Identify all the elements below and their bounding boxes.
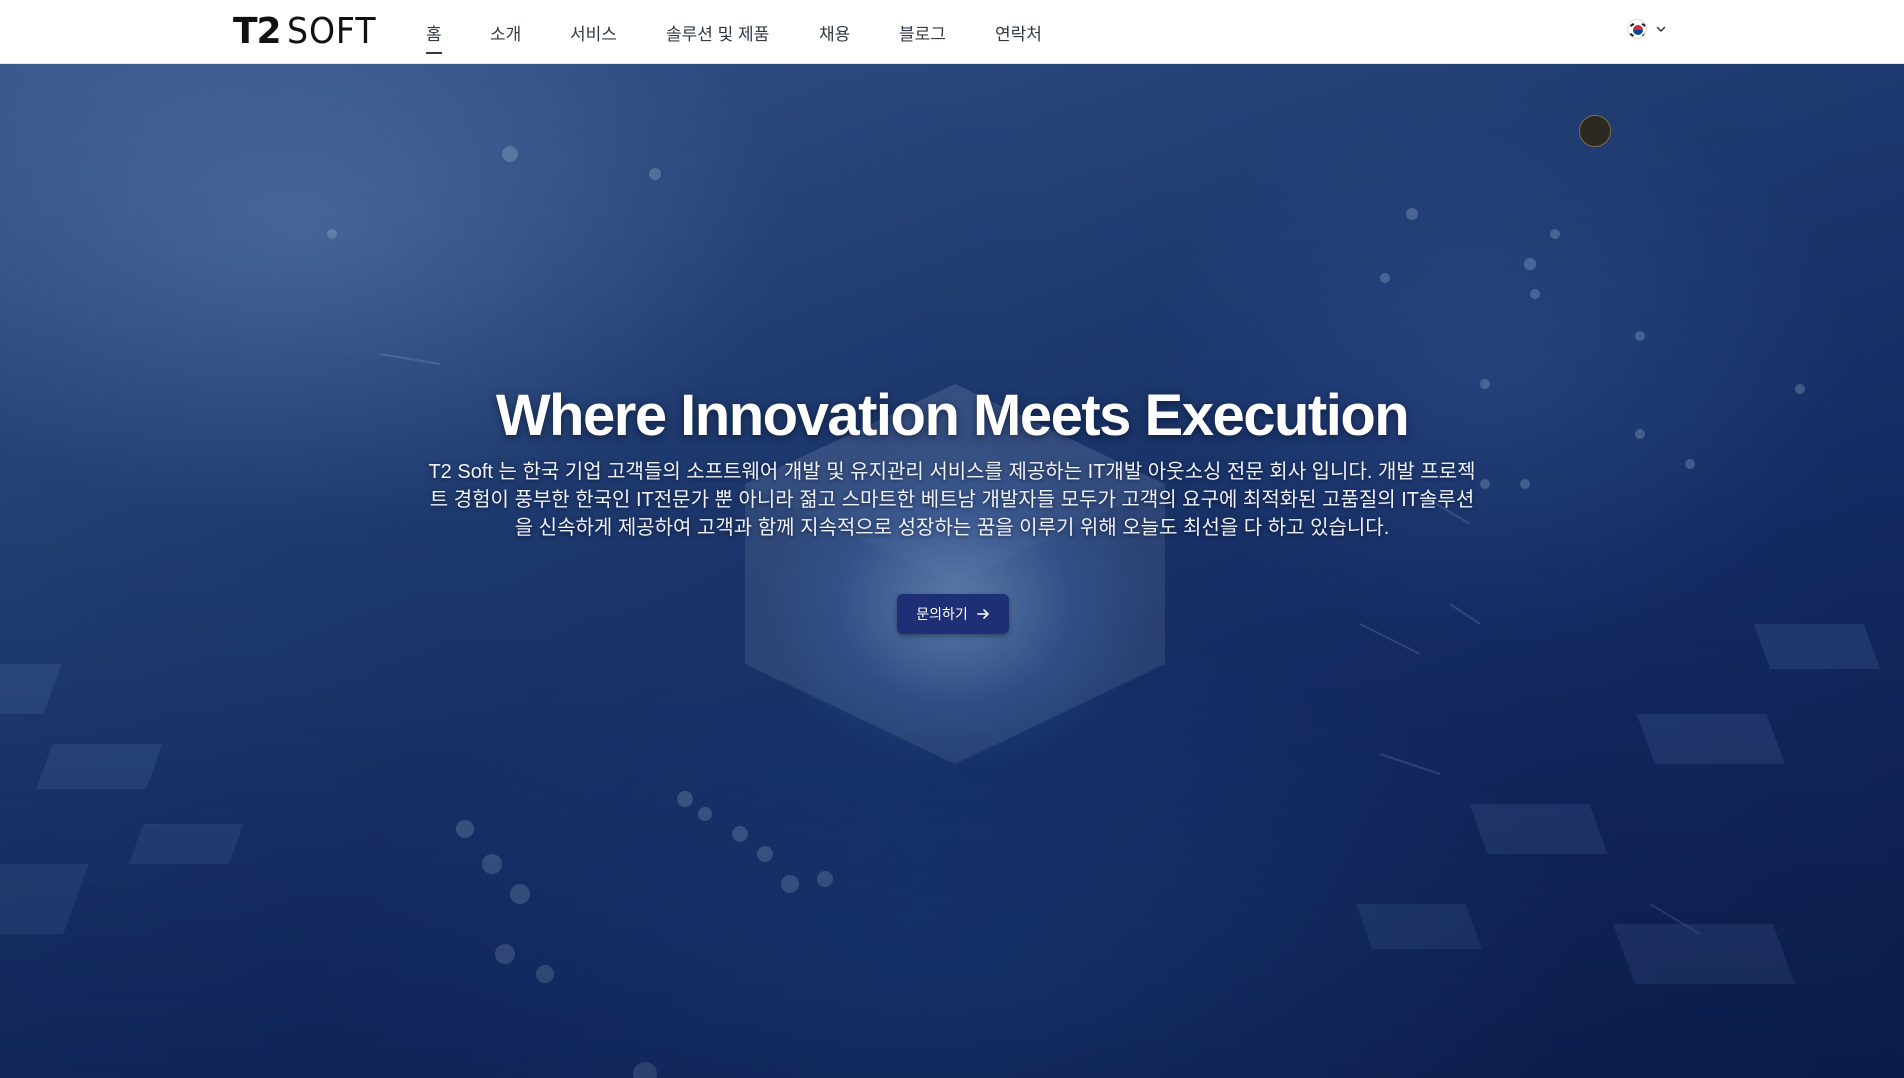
hero-title: Where Innovation Meets Execution <box>495 383 1410 448</box>
nav-item-solutions-products[interactable]: 솔루션 및 제품 <box>666 20 769 45</box>
korea-flag-icon <box>1627 19 1647 39</box>
nav-item-about[interactable]: 소개 <box>490 20 521 45</box>
cursor-indicator <box>1579 115 1611 147</box>
t2soft-logo[interactable]: T2 SOFT <box>233 14 384 50</box>
nav-item-contact[interactable]: 연락처 <box>995 20 1042 45</box>
logo-sub-text: SOFT <box>286 11 377 52</box>
hero-overlay <box>0 64 1904 1078</box>
hero-section <box>0 64 1904 1078</box>
inquiry-button[interactable]: 문의하기 <box>897 594 1009 634</box>
logo-main-text: T2 <box>233 11 282 52</box>
arrow-right-icon <box>976 609 989 619</box>
nav-item-careers[interactable]: 채용 <box>819 20 850 45</box>
nav-item-services[interactable]: 서비스 <box>570 20 617 45</box>
hero-description: T2 Soft 는 한국 기업 고객들의 소프트웨어 개발 및 유지관리 서비스… <box>428 461 1476 539</box>
nav-item-home[interactable]: 홈 <box>426 20 442 54</box>
nav-item-blog[interactable]: 블로그 <box>899 20 946 45</box>
chevron-down-icon <box>1656 26 1666 32</box>
language-selector[interactable] <box>1627 19 1667 39</box>
top-navigation-bar: T2 SOFT 홈 소개 서비스 솔루션 및 제품 채용 블로그 연락처 <box>0 0 1904 64</box>
inquiry-button-label: 문의하기 <box>916 606 968 622</box>
